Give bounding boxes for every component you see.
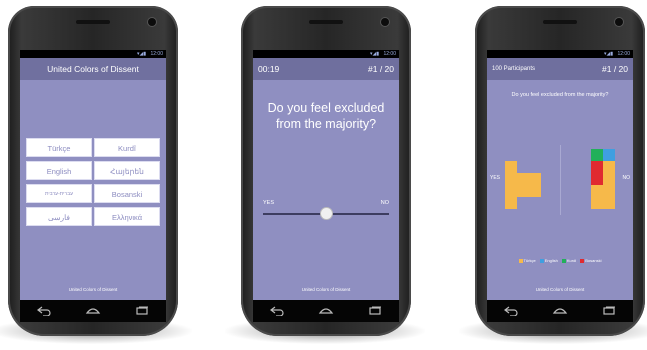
recent-apps-icon[interactable]	[602, 306, 616, 316]
speaker-grille	[76, 20, 110, 24]
question-progress: #1 / 20	[602, 64, 628, 74]
question-text: Do you feel excluded from the majority?	[511, 92, 609, 98]
wifi-signal-battery-icon: ▾◢▮	[136, 51, 147, 57]
question-progress: #1 / 20	[368, 64, 394, 74]
nav-bar	[20, 300, 166, 322]
yes-block	[529, 173, 541, 185]
app-title: United Colors of Dissent	[20, 58, 166, 80]
yes-block	[517, 173, 529, 185]
back-icon[interactable]	[504, 306, 518, 316]
legend-item: Bosanski	[580, 258, 601, 263]
language-button-armenian[interactable]: Հայերեն	[94, 161, 160, 180]
nav-bar	[253, 300, 399, 322]
yes-block	[505, 197, 517, 209]
no-block	[603, 197, 615, 209]
question-text: Do you feel excluded from the majority?	[267, 101, 385, 131]
legend-swatch	[580, 258, 585, 263]
phone-results: ▾◢▮ 12:00 100 Participants #1 / 20 Do yo…	[475, 6, 645, 336]
no-block	[603, 173, 615, 185]
label-no: NO	[622, 175, 631, 181]
participants-count: 100 Participants	[492, 66, 536, 72]
no-block	[603, 185, 615, 197]
front-camera	[148, 18, 156, 26]
legend-label: Bosanski	[585, 258, 602, 263]
language-button-turkce[interactable]: Türkçe	[26, 138, 92, 157]
no-block	[591, 149, 603, 161]
status-time: 12:00	[617, 51, 630, 57]
results-divider	[560, 145, 561, 215]
language-button-farsi[interactable]: فارسی	[26, 207, 92, 226]
back-icon[interactable]	[270, 306, 284, 316]
question-header: 00:19 #1 / 20	[253, 58, 399, 80]
speaker-grille	[543, 20, 577, 24]
footer-text: United Colors of Dissent	[301, 287, 351, 292]
answer-slider-thumb[interactable]	[320, 208, 332, 219]
phone-language-select: ▾◢▮ 12:00 United Colors of Dissent Türkç…	[8, 6, 178, 336]
no-block	[591, 197, 603, 209]
status-bar: ▾◢▮ 12:00	[487, 50, 633, 58]
recent-apps-icon[interactable]	[368, 306, 382, 316]
language-button-english[interactable]: English	[26, 161, 92, 180]
legend-swatch	[518, 258, 523, 263]
yes-block	[505, 173, 517, 185]
status-time: 12:00	[150, 51, 163, 57]
timer: 00:19	[258, 64, 280, 74]
yes-block	[505, 161, 517, 173]
home-icon[interactable]	[318, 306, 334, 316]
wifi-signal-battery-icon: ▾◢▮	[603, 51, 614, 57]
slider-label-no: NO	[380, 200, 389, 206]
no-block	[603, 149, 615, 161]
slider-label-yes: YES	[263, 200, 275, 206]
phone-question: ▾◢▮ 12:00 00:19 #1 / 20 Do you feel excl…	[241, 6, 411, 336]
screen-results: ▾◢▮ 12:00 100 Participants #1 / 20 Do yo…	[487, 50, 633, 300]
no-block	[591, 173, 603, 185]
legend-label: Kurdi	[566, 258, 577, 263]
legend-item: English	[539, 258, 558, 263]
screen-question: ▾◢▮ 12:00 00:19 #1 / 20 Do you feel excl…	[253, 50, 399, 300]
home-icon[interactable]	[85, 306, 101, 316]
legend-swatch	[561, 258, 566, 263]
legend-item: Türkçe	[518, 258, 536, 263]
legend-swatch	[539, 258, 544, 263]
yes-block	[529, 185, 541, 197]
legend-label: English	[544, 258, 558, 263]
results-legend: Türkçe English Kurdi Bosanski	[487, 258, 633, 263]
nav-bar	[487, 300, 633, 322]
back-icon[interactable]	[37, 306, 51, 316]
language-button-greek[interactable]: Ελληνικά	[94, 207, 160, 226]
status-bar: ▾◢▮ 12:00	[253, 50, 399, 58]
label-yes: YES	[490, 175, 501, 181]
no-block	[603, 161, 615, 173]
speaker-grille	[309, 20, 343, 24]
language-button-kurdi[interactable]: Kurdî	[94, 138, 160, 157]
front-camera	[615, 18, 623, 26]
footer-text: United Colors of Dissent	[535, 287, 585, 292]
no-block	[591, 185, 603, 197]
recent-apps-icon[interactable]	[135, 306, 149, 316]
legend-label: Türkçe	[523, 258, 536, 263]
yes-block	[505, 185, 517, 197]
status-time: 12:00	[383, 51, 396, 57]
status-bar: ▾◢▮ 12:00	[20, 50, 166, 58]
front-camera	[381, 18, 389, 26]
footer-text: United Colors of Dissent	[68, 287, 118, 292]
results-header: 100 Participants #1 / 20	[487, 58, 633, 80]
language-button-hebrew-arabic[interactable]: עברית-ערבית	[26, 184, 92, 203]
wifi-signal-battery-icon: ▾◢▮	[369, 51, 380, 57]
screen-language-select: ▾◢▮ 12:00 United Colors of Dissent Türkç…	[20, 50, 166, 300]
yes-block	[517, 185, 529, 197]
language-button-bosanski[interactable]: Bosanski	[94, 184, 160, 203]
no-block	[591, 161, 603, 173]
home-icon[interactable]	[552, 306, 568, 316]
legend-item: Kurdi	[561, 258, 577, 263]
